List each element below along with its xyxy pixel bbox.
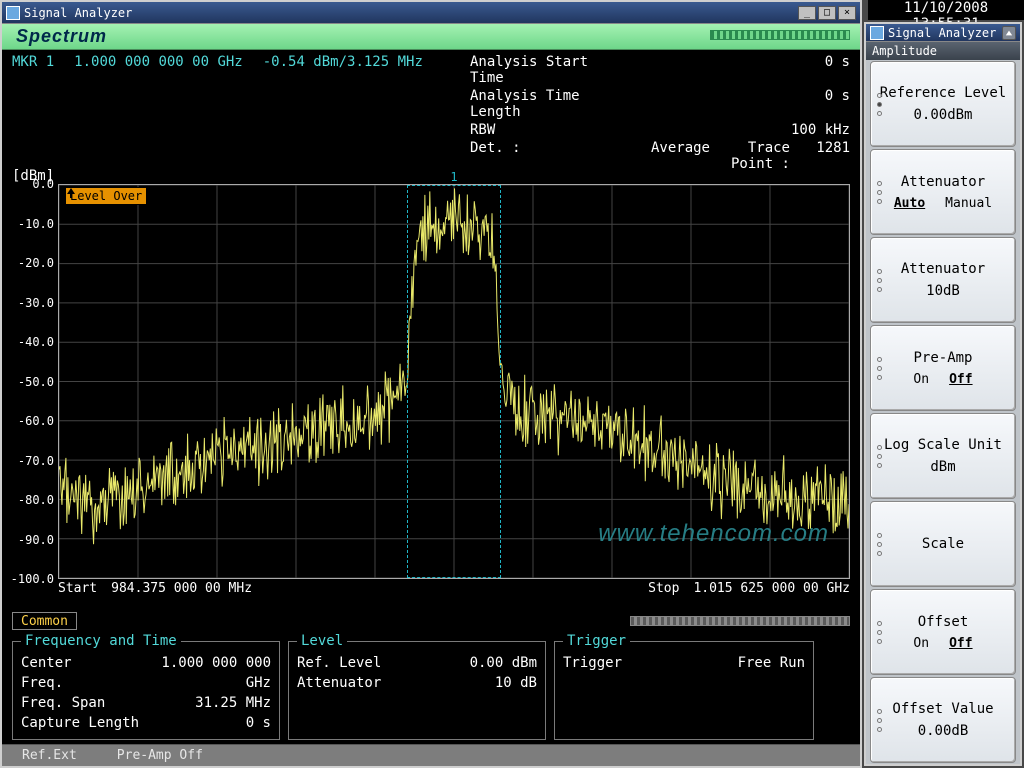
status-preamp: Pre-Amp Off [117,748,203,763]
panel-value: Free Run [738,653,805,673]
level-over-text: Level Over [70,189,142,203]
datetime-label: 11/10/2008 13:55:31 [868,0,1024,20]
analysis-start-value: 0 s [790,54,850,86]
side-title: Signal Analyzer [888,26,1002,40]
spectrum-label: Spectrum [16,26,107,47]
common-row: Common [2,609,860,633]
app-icon [6,6,20,20]
main-window: Signal Analyzer _ □ × Spectrum MKR 1 1.0… [0,0,862,768]
side-panel: Signal Analyzer Amplitude Reference Leve… [864,22,1022,766]
det-label: Det. : [470,140,620,172]
side-button-6[interactable]: OffsetOnOff [870,589,1016,675]
side-button-2[interactable]: Attenuator10dB [870,237,1016,323]
rbw-label: RBW [470,122,620,138]
xstop-label: Stop [648,581,679,603]
minimize-button[interactable]: _ [798,6,816,20]
xstart-value: 984.375 000 00 MHz [111,581,252,603]
panel-value: 1.000 000 000 GHz [135,653,271,693]
panel-value: 0.00 dBm [470,653,537,673]
level-over-badge: Level Over [65,187,147,205]
level-panel: Level Ref. Level 0.00 dBm Attenuator 10 dB [288,633,546,740]
side-subtitle: Amplitude [866,42,1020,60]
panel-value: 31.25 MHz [195,693,271,713]
analysis-start-label: Analysis Start Time [470,54,620,86]
tracepoint-label: Trace Point : [710,140,790,172]
det-value: Average [620,140,710,172]
marker-freq: 1.000 000 000 00 GHz [74,54,243,172]
freq-time-panel: Frequency and Time Center Freq. 1.000 000… [12,633,280,740]
tracepoint-value: 1281 [790,140,850,172]
panel-key: Ref. Level [297,653,381,673]
marker-name: MKR 1 [12,54,54,172]
freq-legend: Frequency and Time [21,633,181,649]
maximize-button[interactable]: □ [818,6,836,20]
main-window-title: Signal Analyzer [24,6,798,20]
level-legend: Level [297,633,347,649]
marker-1-label: 1 [450,170,457,184]
side-button-0[interactable]: Reference Level0.00dBm [870,61,1016,147]
y-tick: -60.0 [18,414,54,428]
panel-key: Center Freq. [21,653,117,693]
analysis-length-label: Analysis Time Length [470,88,620,120]
panel-value: 0 s [246,713,271,733]
y-axis: 0.0-10.0-20.0-30.0-40.0-50.0-60.0-70.0-8… [12,184,56,579]
status-bar: Ref.Ext Pre-Amp Off [2,744,860,766]
xstart-label: Start [58,581,97,603]
rbw-value: 100 kHz [790,122,850,138]
side-button-7[interactable]: Offset Value0.00dB [870,677,1016,763]
y-tick: -20.0 [18,256,54,270]
panel-key: Freq. Span [21,693,105,713]
x-axis: Start 984.375 000 00 MHz Stop 1.015 625 00… [58,581,850,603]
main-titlebar: Signal Analyzer _ □ × [2,2,860,24]
spectrum-chart: [dBm] 0.0-10.0-20.0-30.0-40.0-50.0-60.0-… [12,174,850,603]
side-button-4[interactable]: Log Scale UnitdBm [870,413,1016,499]
panel-key: Trigger [563,653,622,673]
side-app-icon [870,26,884,40]
side-button-1[interactable]: AttenuatorAutoManual [870,149,1016,235]
panel-key: Capture Length [21,713,139,733]
y-tick: -40.0 [18,335,54,349]
side-button-list: Reference Level0.00dBmAttenuatorAutoManu… [866,60,1020,764]
trigger-panel: Trigger Trigger Free Run [554,633,814,740]
xstop-value: 1.015 625 000 00 GHz [693,581,850,603]
activity-bar [630,616,850,626]
marker-level: -0.54 dBm/3.125 MHz [263,54,423,172]
plot-area[interactable]: Level Over 1 www.tehencom.com [58,184,850,579]
y-tick: -70.0 [18,454,54,468]
collapse-icon[interactable] [1002,26,1016,40]
y-tick: -90.0 [18,533,54,547]
info-area: MKR 1 1.000 000 000 00 GHz -0.54 dBm/3.1… [2,50,860,174]
info-panels: Frequency and Time Center Freq. 1.000 000… [2,633,860,744]
y-tick: -50.0 [18,375,54,389]
side-button-3[interactable]: Pre-AmpOnOff [870,325,1016,411]
y-tick: -30.0 [18,296,54,310]
panel-value: 10 dB [495,673,537,693]
y-tick: -80.0 [18,493,54,507]
y-tick: 0.0 [32,177,54,191]
marker-region[interactable]: 1 [407,185,502,578]
watermark: www.tehencom.com [598,520,829,548]
spectrum-header: Spectrum [2,24,860,50]
y-tick: -10.0 [18,217,54,231]
common-tab[interactable]: Common [12,612,77,630]
close-button[interactable]: × [838,6,856,20]
panel-key: Attenuator [297,673,381,693]
analysis-length-value: 0 s [790,88,850,120]
header-activity-bar [710,30,850,40]
side-button-5[interactable]: Scale [870,501,1016,587]
status-refext: Ref.Ext [22,748,77,763]
y-tick: -100.0 [11,572,54,586]
trigger-legend: Trigger [563,633,630,649]
